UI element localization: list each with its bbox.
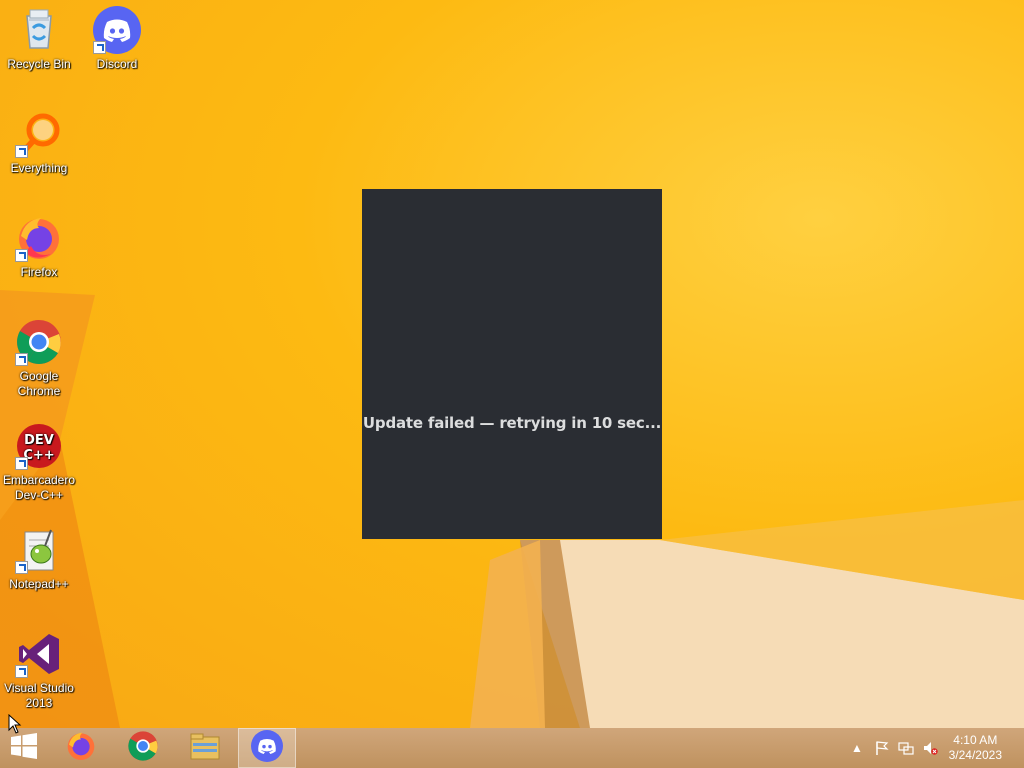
desktop-icon-visual-studio[interactable]: Visual Studio 2013 xyxy=(0,630,78,711)
desktop-icon-notepad-plus-plus[interactable]: Notepad++ xyxy=(0,526,78,592)
firefox-icon xyxy=(65,730,97,767)
dev-cpp-icon: DEV C++ xyxy=(15,422,63,470)
shortcut-arrow-icon xyxy=(15,457,28,470)
shortcut-arrow-icon xyxy=(15,145,28,158)
taskbar-discord-button[interactable] xyxy=(238,728,296,768)
clock-date: 3/24/2023 xyxy=(948,748,1002,762)
taskbar-firefox-button[interactable] xyxy=(52,728,110,768)
everything-search-icon xyxy=(15,110,63,158)
notepad-plus-plus-icon xyxy=(15,526,63,574)
desktop-icon-recycle-bin[interactable]: Recycle Bin xyxy=(0,6,78,72)
taskbar-chrome-button[interactable] xyxy=(114,728,172,768)
chrome-icon xyxy=(15,318,63,366)
mouse-cursor-icon xyxy=(8,713,22,739)
desktop-icon-label: Firefox xyxy=(20,265,58,279)
firefox-icon xyxy=(15,214,63,262)
desktop-icon-label: Google Chrome xyxy=(17,369,61,398)
desktop: Recycle Bin Discord Everything Firefox G… xyxy=(0,0,1024,728)
desktop-icon-label: Notepad++ xyxy=(9,577,69,591)
system-clock[interactable]: 4:10 AM 3/24/2023 xyxy=(949,733,1002,763)
shortcut-arrow-icon xyxy=(15,665,28,678)
recycle-bin-icon xyxy=(15,6,63,54)
network-icon[interactable] xyxy=(898,740,914,756)
taskbar-file-explorer-button[interactable] xyxy=(176,728,234,768)
shortcut-arrow-icon xyxy=(15,249,28,262)
desktop-icon-google-chrome[interactable]: Google Chrome xyxy=(0,318,78,399)
desktop-icon-label: Recycle Bin xyxy=(7,57,71,71)
discord-icon xyxy=(93,6,141,54)
shortcut-arrow-icon xyxy=(15,353,28,366)
desktop-icon-label: Everything xyxy=(10,161,68,175)
taskbar: ▲ 4:10 AM 3/24/2023 xyxy=(0,728,1024,768)
desktop-icon-discord[interactable]: Discord xyxy=(78,6,156,72)
file-explorer-icon xyxy=(189,731,221,766)
clock-time: 4:10 AM xyxy=(953,733,998,747)
action-center-flag-icon[interactable] xyxy=(874,740,890,756)
desktop-icon-dev-cpp[interactable]: DEV C++ Embarcadero Dev-C++ xyxy=(0,422,78,503)
shortcut-arrow-icon xyxy=(93,41,106,54)
shortcut-arrow-icon xyxy=(15,561,28,574)
discord-icon xyxy=(251,729,283,767)
desktop-icon-label: Visual Studio 2013 xyxy=(4,681,74,710)
chrome-icon xyxy=(127,730,159,767)
svg-text:DEV: DEV xyxy=(24,433,54,448)
desktop-icon-everything[interactable]: Everything xyxy=(0,110,78,176)
desktop-icon-label: Embarcadero Dev-C++ xyxy=(2,473,76,502)
desktop-icon-label: Discord xyxy=(96,57,138,71)
discord-update-window[interactable]: Update failed — retrying in 10 sec... xyxy=(362,189,662,539)
show-hidden-icons-chevron-up-icon[interactable]: ▲ xyxy=(849,740,865,756)
update-status-text: Update failed — retrying in 10 sec... xyxy=(362,414,662,432)
visual-studio-icon xyxy=(15,630,63,678)
svg-text:C++: C++ xyxy=(23,448,54,463)
desktop-icon-firefox[interactable]: Firefox xyxy=(0,214,78,280)
volume-muted-icon[interactable] xyxy=(922,740,938,756)
